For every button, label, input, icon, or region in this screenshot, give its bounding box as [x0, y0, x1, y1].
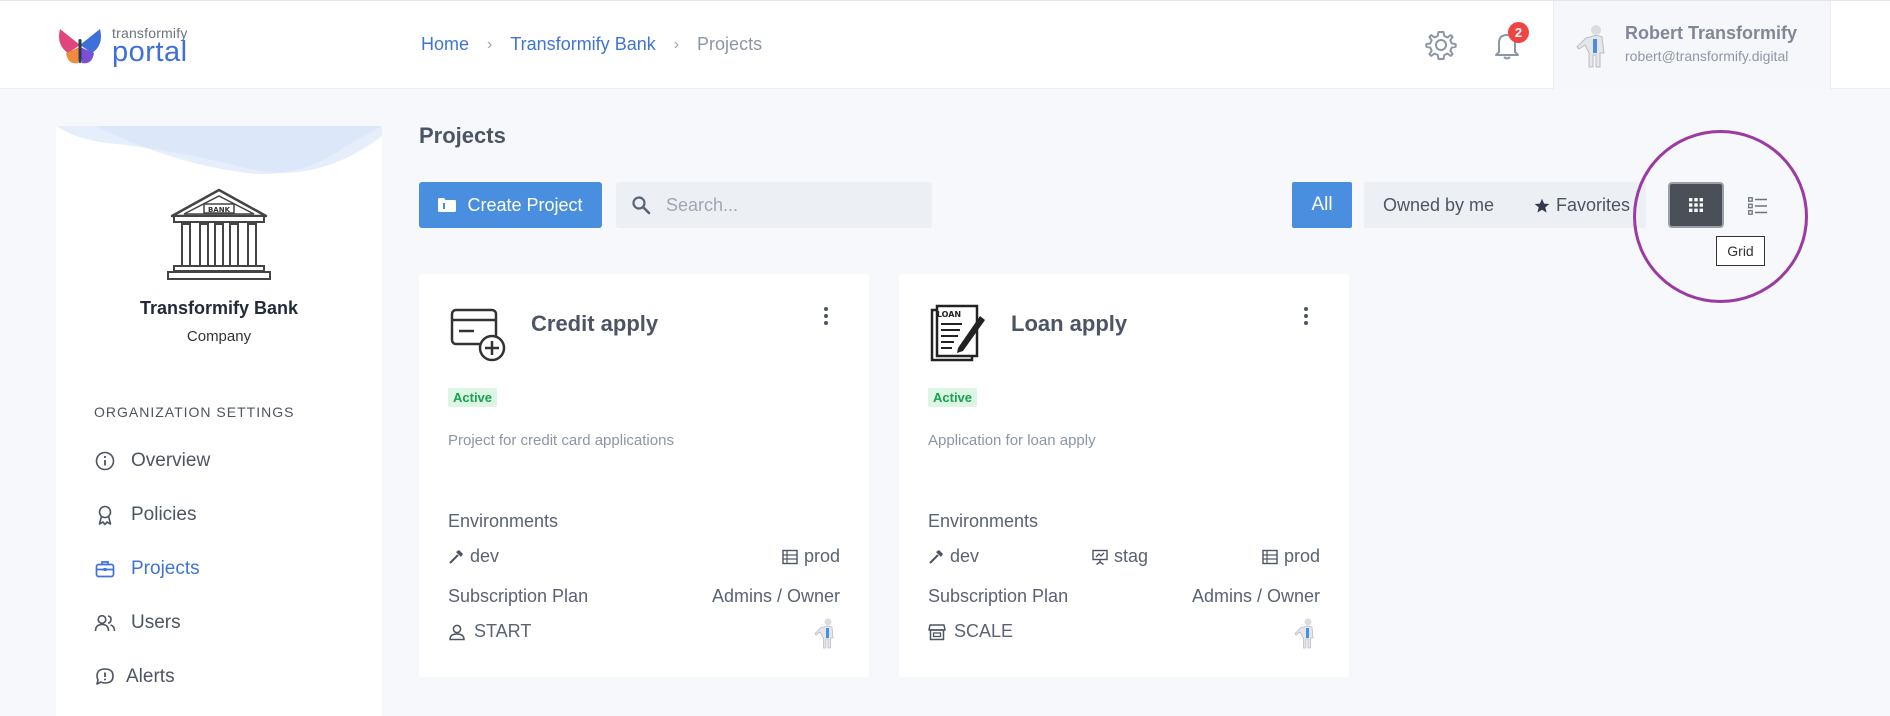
project-description: Project for credit card applications	[448, 432, 674, 449]
organization-sidebar: BANK Transformify Bank Company ORGANIZAT…	[56, 126, 382, 716]
environment-name: prod	[1283, 546, 1320, 566]
subscription-plan: START	[448, 621, 531, 642]
plan-name: START	[474, 621, 532, 641]
environments-label: Environments	[448, 511, 559, 531]
store-icon	[928, 623, 946, 640]
loan-document-icon: LOAN	[930, 304, 985, 362]
owner-avatar[interactable]	[814, 617, 840, 649]
search-box	[616, 182, 932, 228]
presentation-board-icon	[1092, 549, 1108, 565]
kebab-menu-icon[interactable]	[1294, 304, 1318, 328]
sidebar-item-label: Policies	[131, 504, 197, 525]
filter-group: Owned by me Favorites	[1364, 182, 1646, 228]
environment-prod[interactable]: prod	[782, 546, 840, 567]
project-card-loan-apply[interactable]: LOAN Loan apply Active Application for l…	[899, 274, 1349, 677]
project-title[interactable]: Loan apply	[1011, 311, 1127, 337]
environment-name: stag	[1114, 546, 1149, 566]
breadcrumb: Home › Transformify Bank › Projects	[421, 34, 762, 55]
sidebar-item-policies[interactable]: Policies	[94, 500, 196, 530]
bank-building-icon: BANK	[167, 188, 271, 280]
hammer-icon	[929, 549, 943, 564]
create-project-label: Create Project	[467, 194, 583, 215]
sidebar-item-users[interactable]: Users	[94, 608, 181, 638]
svg-text:BANK: BANK	[208, 206, 231, 214]
portal-logo[interactable]: transformify portal	[56, 23, 188, 69]
filter-owned-button[interactable]: Owned by me	[1383, 195, 1494, 216]
filter-all-button[interactable]: All	[1292, 182, 1352, 228]
subscription-plan: SCALE	[928, 621, 1013, 642]
page-title: Projects	[419, 123, 506, 148]
notification-badge: 2	[1508, 22, 1529, 43]
status-badge: Active	[448, 388, 498, 407]
person-icon	[449, 624, 465, 640]
ribbon-icon	[98, 505, 112, 526]
breadcrumb-home[interactable]: Home	[421, 34, 469, 55]
environment-prod[interactable]: prod	[1262, 546, 1320, 567]
folder-icon	[438, 198, 457, 212]
info-icon	[95, 451, 115, 471]
sidebar-item-label: Users	[131, 612, 181, 633]
briefcase-icon	[95, 561, 115, 578]
environment-name: dev	[950, 546, 980, 566]
section-title: ORGANIZATION SETTINGS	[94, 404, 295, 420]
server-icon	[1262, 549, 1278, 564]
user-menu[interactable]: Robert Transformify robert@transformify.…	[1553, 1, 1831, 90]
environment-stag[interactable]: stag	[1092, 546, 1148, 567]
admins-owner-label: Admins / Owner	[1191, 586, 1320, 606]
logo-big-text: portal	[112, 35, 188, 68]
sidebar-item-overview[interactable]: Overview	[94, 446, 210, 476]
butterfly-logo-icon	[59, 29, 101, 64]
environment-name: dev	[470, 546, 500, 566]
gear-icon[interactable]	[1425, 29, 1457, 61]
kebab-menu-icon[interactable]	[814, 304, 838, 328]
user-name: Robert Transformify	[1625, 23, 1798, 43]
hammer-icon	[449, 549, 463, 564]
sidebar-item-label: Projects	[131, 558, 200, 579]
organization-type: Company	[186, 328, 252, 345]
filter-favorites-label: Favorites	[1556, 195, 1631, 215]
highlight-annotation-circle	[1633, 130, 1808, 303]
alert-bubble-icon	[96, 668, 114, 685]
project-title[interactable]: Credit apply	[531, 311, 658, 337]
filter-favorites-button[interactable]: Favorites	[1534, 195, 1630, 216]
environment-name: prod	[803, 546, 840, 566]
subscription-plan-label: Subscription Plan	[448, 586, 589, 606]
breadcrumb-current: Projects	[697, 34, 763, 54]
search-input[interactable]	[666, 182, 926, 228]
project-description: Application for loan apply	[928, 432, 1096, 449]
search-icon	[632, 196, 651, 215]
decorative-wave	[56, 126, 382, 175]
sidebar-item-label: Overview	[131, 450, 211, 471]
avatar	[1576, 25, 1605, 68]
environment-dev[interactable]: dev	[448, 546, 499, 567]
organization-name: Transformify Bank	[139, 298, 299, 318]
owner-avatar[interactable]	[1294, 617, 1320, 649]
project-card-credit-apply[interactable]: Credit apply Active Project for credit c…	[419, 274, 869, 677]
svg-text:LOAN: LOAN	[937, 310, 961, 319]
create-project-button[interactable]: Create Project	[419, 182, 602, 228]
admins-owner-label: Admins / Owner	[711, 586, 840, 606]
subscription-plan-label: Subscription Plan	[928, 586, 1069, 606]
sidebar-item-label: Alerts	[126, 666, 175, 687]
star-icon	[1534, 198, 1550, 212]
user-email: robert@transformify.digital	[1625, 48, 1789, 64]
plan-name: SCALE	[954, 621, 1014, 641]
environments-label: Environments	[928, 511, 1039, 531]
breadcrumb-separator: ›	[673, 35, 680, 53]
top-header: transformify portal Home › Transformify …	[0, 0, 1890, 90]
credit-card-add-icon	[450, 308, 506, 362]
sidebar-item-alerts[interactable]: Alerts	[94, 662, 175, 692]
server-icon	[782, 549, 798, 564]
users-icon	[94, 614, 116, 632]
environment-dev[interactable]: dev	[928, 546, 979, 567]
breadcrumb-separator: ›	[487, 35, 493, 53]
status-badge: Active	[928, 388, 978, 407]
breadcrumb-organization[interactable]: Transformify Bank	[510, 34, 655, 55]
sidebar-item-projects[interactable]: Projects	[94, 554, 200, 584]
